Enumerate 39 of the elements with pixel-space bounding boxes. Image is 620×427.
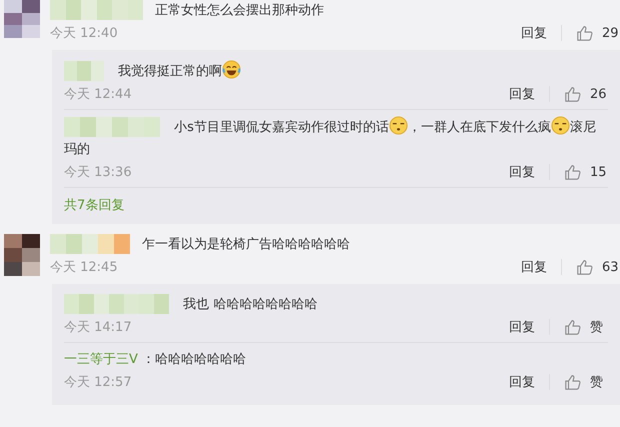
comment-text: ：哈哈哈哈哈哈哈 xyxy=(142,352,246,367)
comment-text: 滚尼 xyxy=(570,120,596,135)
comment-text: 小s节目里调侃女嘉宾动作很过时的话 xyxy=(174,120,389,135)
comment-text: 我也 哈哈哈哈哈哈哈哈 xyxy=(183,297,318,312)
comment-text: 乍一看以为是轮椅广告哈哈哈哈哈哈 xyxy=(142,237,350,252)
timestamp: 今天 12:40 xyxy=(50,25,118,42)
thumbs-up-icon[interactable] xyxy=(564,318,582,336)
squinting-emoji-icon xyxy=(550,116,570,135)
squinting-emoji-icon xyxy=(388,116,408,135)
avatar[interactable] xyxy=(4,234,40,276)
reply-button[interactable]: 回复 xyxy=(509,318,535,336)
timestamp: 今天 12:44 xyxy=(64,86,132,103)
reply-button[interactable]: 回复 xyxy=(509,85,535,103)
thumbs-up-icon[interactable] xyxy=(576,258,594,276)
thumbs-up-icon[interactable] xyxy=(576,24,594,42)
like-count: 15 xyxy=(590,164,608,180)
laughing-emoji-icon xyxy=(222,60,242,79)
thumbs-up-icon[interactable] xyxy=(564,163,582,181)
timestamp: 今天 14:17 xyxy=(64,319,132,336)
thumbs-up-icon[interactable] xyxy=(564,373,582,391)
timestamp: 今天 13:36 xyxy=(64,164,132,181)
timestamp: 今天 12:45 xyxy=(50,259,118,276)
like-count: 赞 xyxy=(590,319,604,336)
reply-button[interactable]: 回复 xyxy=(509,373,535,391)
timestamp: 今天 12:57 xyxy=(64,374,132,391)
comment-text: 玛的 xyxy=(64,142,90,157)
comment-text: ，一群人在底下发什么疯 xyxy=(408,120,551,135)
reply-button[interactable]: 回复 xyxy=(509,163,535,181)
like-count: 赞 xyxy=(590,374,604,391)
reply-button[interactable]: 回复 xyxy=(521,258,547,276)
comment-text: 正常女性怎么会摆出那种动作 xyxy=(155,3,324,18)
avatar[interactable] xyxy=(4,0,40,38)
blurred-name xyxy=(64,61,104,82)
like-count: 26 xyxy=(590,86,608,102)
reply-button[interactable]: 回复 xyxy=(521,24,547,42)
like-count: 63 xyxy=(602,260,620,274)
comment-text: 我觉得挺正常的啊 xyxy=(118,64,222,79)
thumbs-up-icon[interactable] xyxy=(564,85,582,103)
like-count: 29 xyxy=(602,26,620,40)
